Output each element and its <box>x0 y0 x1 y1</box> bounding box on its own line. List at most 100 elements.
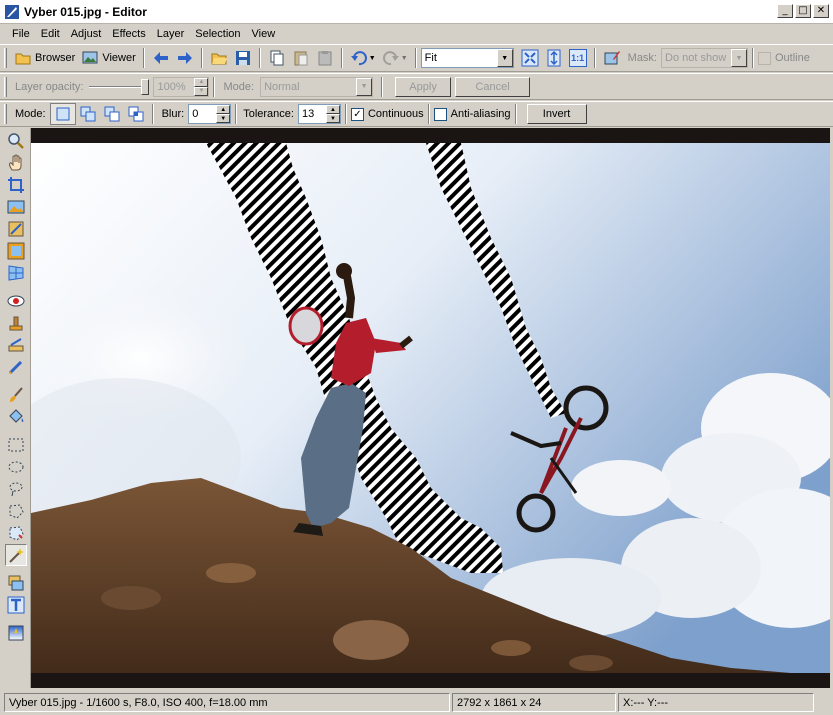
outline-checkbox[interactable] <box>758 51 771 65</box>
layer-opacity-input[interactable]: 100% ▲ ▼ <box>153 76 210 97</box>
app-icon <box>5 4 19 19</box>
menu-file[interactable]: File <box>12 28 30 40</box>
ellipse-select-icon <box>8 461 24 473</box>
forward-button[interactable] <box>173 47 197 69</box>
actual-size-button[interactable]: 1:1 <box>566 47 590 69</box>
add-selection-icon <box>80 106 96 122</box>
copy-button[interactable] <box>265 47 289 69</box>
layer-icon <box>8 575 24 591</box>
magic-wand-tool[interactable] <box>5 544 27 566</box>
layer-opacity-label: Layer opacity: <box>15 80 84 93</box>
toolbar-grip <box>4 76 7 97</box>
magnetic-lasso-tool[interactable] <box>5 522 27 544</box>
mask-edit-button[interactable] <box>600 47 624 69</box>
mode-subtract-selection-button[interactable] <box>100 103 124 125</box>
menu-selection[interactable]: Selection <box>195 28 240 40</box>
mode-new-selection-button[interactable] <box>49 103 76 125</box>
continuous-checkbox[interactable]: ✓ <box>350 107 364 121</box>
paste-button[interactable] <box>289 47 313 69</box>
spin-down-icon[interactable]: ▼ <box>216 114 231 123</box>
anti-aliasing-checkbox[interactable] <box>433 107 447 121</box>
status-file-info: Vyber 015.jpg - 1/1600 s, F8.0, ISO 400,… <box>4 693 450 712</box>
ellipse-select-tool[interactable] <box>5 456 27 478</box>
continuous-label: Continuous <box>367 108 424 120</box>
main-toolbar: Browser Viewer ▼ ▼ Fit ▼ 1:1 Mask: Do no… <box>0 44 833 72</box>
clone-stamp-tool[interactable] <box>5 312 27 334</box>
image-tool[interactable] <box>5 196 27 218</box>
layer-opacity-slider[interactable] <box>89 77 150 97</box>
blur-input[interactable]: 0 ▲ ▼ <box>188 104 232 124</box>
menu-layer[interactable]: Layer <box>157 28 185 40</box>
close-button[interactable]: ✕ <box>813 4 829 18</box>
gradient-icon <box>8 625 24 641</box>
lasso-tool[interactable] <box>5 478 27 500</box>
blend-mode-select[interactable]: Normal ▼ <box>260 76 374 97</box>
rectangle-select-tool[interactable] <box>5 434 27 456</box>
redo-dropdown-icon[interactable]: ▼ <box>401 55 408 62</box>
hand-tool[interactable] <box>5 152 27 174</box>
menu-adjust[interactable]: Adjust <box>71 28 102 40</box>
paste-special-button[interactable] <box>313 47 337 69</box>
red-eye-tool[interactable] <box>5 290 27 312</box>
cancel-button[interactable]: Cancel <box>455 76 531 97</box>
crop-tool[interactable] <box>5 174 27 196</box>
checkmark-icon: ✓ <box>353 108 362 120</box>
apply-button[interactable]: Apply <box>395 76 452 97</box>
maximize-button[interactable]: □ <box>795 4 811 18</box>
back-button[interactable] <box>149 47 173 69</box>
image-canvas[interactable] <box>31 128 830 688</box>
zoom-value: Fit <box>424 52 437 64</box>
redo-button[interactable]: ▼ <box>379 47 411 69</box>
copy-icon <box>270 50 284 66</box>
mode-intersect-selection-button[interactable] <box>124 103 148 125</box>
spin-down-icon[interactable]: ▼ <box>325 114 340 123</box>
mode-add-selection-button[interactable] <box>76 103 100 125</box>
file-info-text: Vyber 015.jpg - 1/1600 s, F8.0, ISO 400,… <box>9 696 268 709</box>
fill-tool[interactable] <box>5 406 27 428</box>
spin-up-icon[interactable]: ▲ <box>325 105 340 114</box>
text-icon <box>7 596 25 614</box>
mask-select[interactable]: Do not show ▼ <box>661 48 748 68</box>
fit-height-button[interactable] <box>542 47 566 69</box>
brush-tool[interactable] <box>5 384 27 406</box>
heal-tool[interactable] <box>5 334 27 356</box>
blend-mode-label: Mode: <box>223 80 255 93</box>
photo[interactable] <box>31 128 830 688</box>
invert-button[interactable]: Invert <box>526 104 587 124</box>
tolerance-value: 13 <box>301 108 315 120</box>
minimize-button[interactable]: _ <box>777 4 793 18</box>
menu-view[interactable]: View <box>252 28 276 40</box>
gradient-tool[interactable] <box>5 622 27 644</box>
slider-thumb[interactable] <box>141 78 150 95</box>
text-tool[interactable] <box>5 594 27 616</box>
zoom-select[interactable]: Fit ▼ <box>420 48 514 68</box>
spin-up-icon[interactable]: ▲ <box>216 105 231 114</box>
retouch-tool[interactable] <box>5 356 27 378</box>
fit-to-window-button[interactable] <box>518 47 542 69</box>
frame-tool[interactable] <box>5 240 27 262</box>
undo-button[interactable]: ▼ <box>347 47 379 69</box>
browser-button[interactable]: Browser <box>11 47 78 69</box>
spin-down-icon[interactable]: ▼ <box>194 86 209 96</box>
layer-tool[interactable] <box>5 572 27 594</box>
paste-icon <box>294 51 308 66</box>
arrow-right-icon <box>177 52 192 64</box>
save-button[interactable] <box>231 47 255 69</box>
menu-effects[interactable]: Effects <box>112 28 145 40</box>
cancel-label: Cancel <box>475 80 510 93</box>
viewer-button[interactable]: Viewer <box>78 47 138 69</box>
straighten-tool[interactable] <box>5 218 27 240</box>
magic-wand-icon <box>9 548 24 563</box>
polygon-lasso-tool[interactable] <box>5 500 27 522</box>
blur-label: Blur: <box>161 108 185 120</box>
straighten-icon <box>8 221 24 237</box>
spin-up-icon[interactable]: ▲ <box>194 77 209 87</box>
menu-edit[interactable]: Edit <box>41 28 60 40</box>
toolbar-grip <box>4 104 7 124</box>
perspective-tool[interactable] <box>5 262 27 284</box>
toolbar-grip <box>4 48 7 68</box>
open-button[interactable] <box>207 47 231 69</box>
tolerance-input[interactable]: 13 ▲ ▼ <box>297 104 341 124</box>
zoom-tool[interactable] <box>5 130 27 152</box>
undo-dropdown-icon[interactable]: ▼ <box>369 55 376 62</box>
